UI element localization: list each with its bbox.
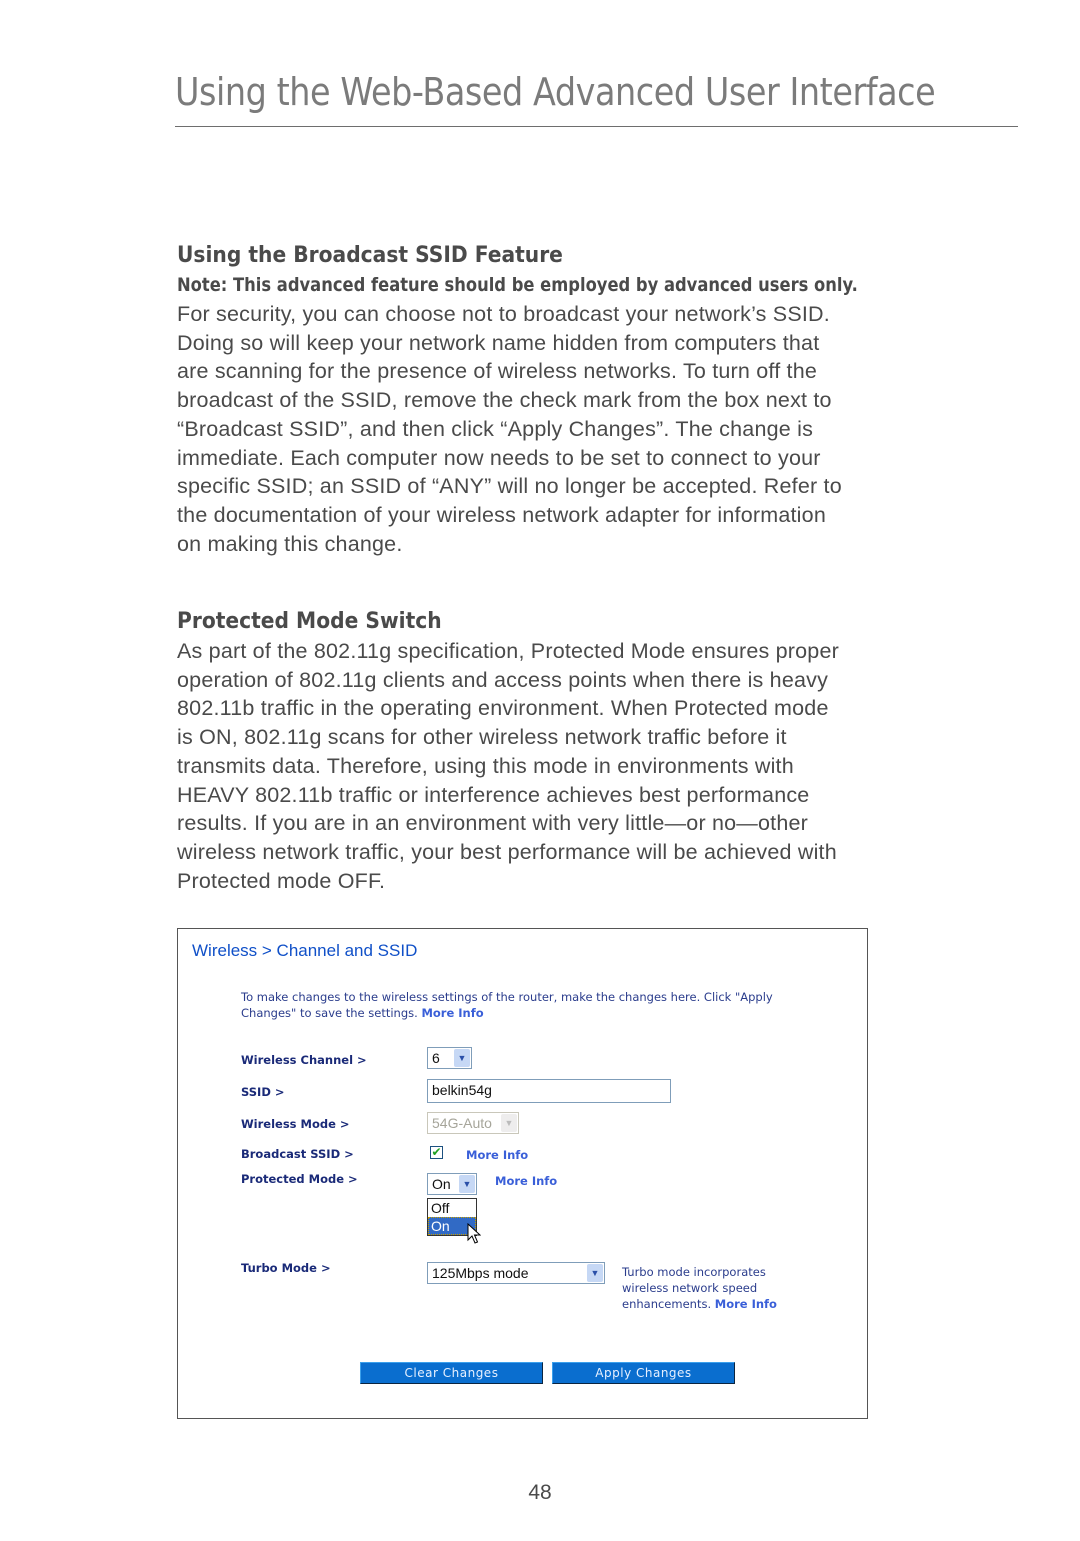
more-info-link[interactable]: More Info (421, 1006, 483, 1020)
chevron-down-icon: ▼ (501, 1114, 517, 1132)
apply-changes-button[interactable]: Apply Changes (552, 1362, 735, 1384)
protected-mode-label: Protected Mode > (241, 1172, 358, 1186)
turbo-mode-label: Turbo Mode > (241, 1261, 331, 1275)
broadcast-ssid-checkbox[interactable]: ✔ (430, 1146, 443, 1159)
select-value: 125Mbps mode (432, 1265, 529, 1281)
paragraph-line: Protected mode OFF. (177, 868, 386, 893)
dropdown-option-off[interactable]: Off (428, 1199, 476, 1217)
wireless-channel-label: Wireless Channel > (241, 1053, 367, 1067)
section-heading-protected-mode: Protected Mode Switch (177, 609, 442, 634)
mouse-pointer-icon (467, 1223, 481, 1244)
page-title: Using the Web-Based Advanced User Interf… (175, 70, 936, 114)
router-ui-screenshot: Wireless > Channel and SSID To make chan… (177, 928, 868, 1419)
paragraph-line: transmits data. Therefore, using this mo… (177, 753, 794, 778)
chevron-down-icon[interactable]: ▼ (459, 1175, 475, 1193)
wireless-channel-select[interactable]: 6 ▼ (427, 1047, 472, 1069)
paragraph-line: HEAVY 802.11b traffic or interference ac… (177, 782, 810, 807)
desc-line: Turbo mode incorporates (622, 1265, 766, 1279)
paragraph-line: As part of the 802.11g specification, Pr… (177, 639, 839, 663)
select-value: 6 (432, 1050, 440, 1066)
desc-line: enhancements. More Info (622, 1296, 777, 1312)
paragraph-line: results. If you are in an environment wi… (177, 811, 808, 836)
turbo-mode-more-info-link[interactable]: More Info (715, 1297, 777, 1311)
protected-mode-paragraph: As part of the 802.11g specification, Pr… (177, 637, 977, 895)
broadcast-ssid-more-info-link[interactable]: More Info (466, 1148, 528, 1162)
intro-line: Changes" to save the settings. More Info (241, 1005, 773, 1021)
title-divider (175, 126, 1018, 127)
protected-mode-more-info-link[interactable]: More Info (495, 1174, 557, 1188)
paragraph-line: are scanning for the presence of wireles… (177, 359, 818, 384)
broadcast-ssid-label: Broadcast SSID > (241, 1147, 354, 1161)
chevron-down-icon[interactable]: ▼ (454, 1049, 470, 1067)
turbo-mode-description: Turbo mode incorporates wireless network… (622, 1264, 777, 1312)
paragraph-line: broadcast of the SSID, remove the check … (177, 388, 832, 413)
paragraph-line: is ON, 802.11g scans for other wireless … (177, 725, 787, 750)
clear-changes-button[interactable]: Clear Changes (360, 1362, 543, 1384)
turbo-mode-select[interactable]: 125Mbps mode ▼ (427, 1262, 605, 1284)
screenshot-breadcrumb-title: Wireless > Channel and SSID (192, 941, 418, 960)
wireless-mode-label: Wireless Mode > (241, 1117, 350, 1131)
desc-line: wireless network speed (622, 1281, 758, 1295)
paragraph-line: on making this change. (177, 531, 403, 556)
advanced-users-note: Note: This advanced feature should be em… (177, 274, 858, 296)
paragraph-line: For security, you can choose not to broa… (177, 302, 830, 326)
protected-mode-select[interactable]: On ▼ (427, 1173, 477, 1195)
intro-line: To make changes to the wireless settings… (241, 990, 773, 1004)
screenshot-intro-text: To make changes to the wireless settings… (241, 989, 773, 1021)
paragraph-line: immediate. Each computer now needs to be… (177, 445, 821, 470)
paragraph-line: Doing so will keep your network name hid… (177, 330, 820, 355)
ssid-label: SSID > (241, 1085, 285, 1099)
ssid-input[interactable]: belkin54g (427, 1079, 671, 1103)
broadcast-ssid-paragraph: For security, you can choose not to broa… (177, 300, 977, 558)
desc-text: enhancements. (622, 1297, 712, 1311)
check-icon: ✔ (431, 1145, 442, 1159)
paragraph-line: 802.11b traffic in the operating environ… (177, 696, 829, 721)
intro-text: Changes" to save the settings. (241, 1006, 418, 1020)
section-heading-broadcast-ssid: Using the Broadcast SSID Feature (177, 243, 563, 268)
wireless-mode-select: 54G-Auto ▼ (427, 1112, 519, 1134)
chevron-down-icon[interactable]: ▼ (587, 1264, 603, 1282)
paragraph-line: specific SSID; an SSID of “ANY” will no … (177, 474, 842, 499)
select-value: 54G-Auto (432, 1115, 492, 1131)
paragraph-line: “Broadcast SSID”, and then click “Apply … (177, 416, 814, 441)
paragraph-line: operation of 802.11g clients and access … (177, 667, 829, 692)
paragraph-line: wireless network traffic, your best perf… (177, 839, 837, 864)
paragraph-line: the documentation of your wireless netwo… (177, 502, 826, 527)
select-value: On (432, 1176, 451, 1192)
page-number: 48 (528, 1481, 552, 1504)
